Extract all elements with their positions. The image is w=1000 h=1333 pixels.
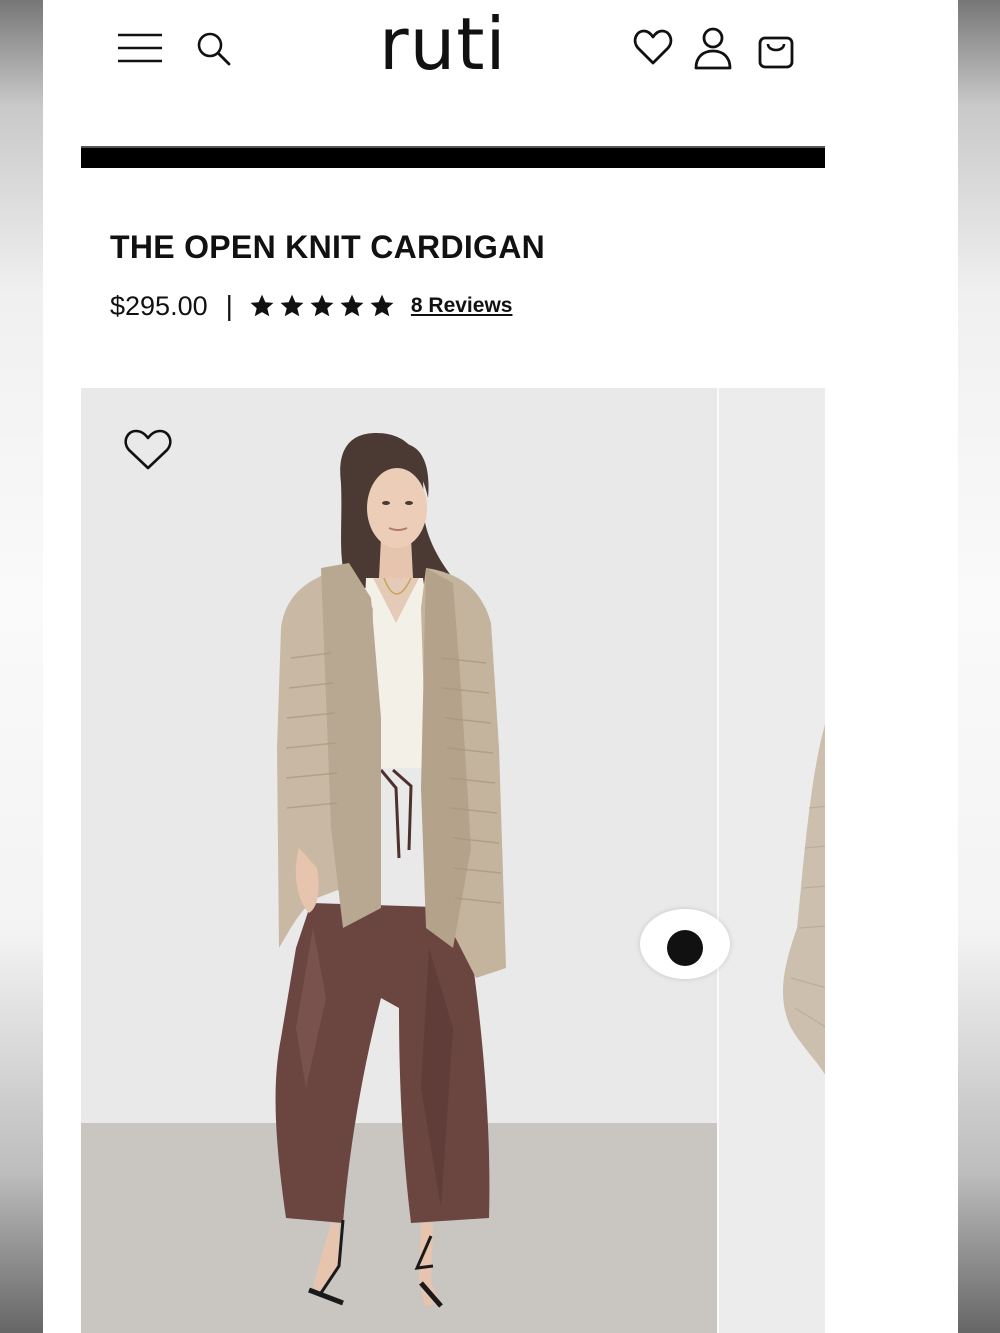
product-image-next-peek[interactable] bbox=[717, 388, 825, 1333]
promo-bar bbox=[81, 146, 825, 168]
star-icon bbox=[370, 294, 394, 317]
product-price: $295.00 bbox=[110, 290, 208, 321]
star-icon bbox=[280, 294, 304, 317]
product-image-main[interactable] bbox=[81, 388, 717, 1333]
star-icon bbox=[250, 294, 274, 317]
product-title: THE OPEN KNIT CARDIGAN bbox=[110, 229, 546, 265]
scroll-to-top-icon bbox=[667, 930, 703, 966]
heart-outline-icon[interactable] bbox=[123, 428, 173, 472]
product-page: ruti THE OPEN KNIT CARDIGAN $295.00 | 8 … bbox=[43, 0, 958, 1333]
next-image-sleeve-illustration bbox=[783, 724, 825, 1075]
left-frame-edge bbox=[0, 0, 43, 1333]
brand-logo[interactable]: ruti bbox=[379, 8, 506, 80]
search-icon[interactable] bbox=[195, 30, 233, 68]
model-illustration bbox=[275, 433, 506, 1308]
wishlist-heart-icon[interactable] bbox=[633, 28, 673, 66]
price-rating-row: $295.00 | 8 Reviews bbox=[110, 286, 512, 326]
bag-icon[interactable] bbox=[757, 30, 795, 70]
price-divider: | bbox=[225, 290, 233, 321]
product-image-carousel[interactable] bbox=[81, 388, 825, 1333]
reviews-link[interactable]: 8 Reviews bbox=[411, 294, 513, 318]
account-icon[interactable] bbox=[693, 27, 733, 71]
star-rating[interactable] bbox=[249, 293, 395, 319]
menu-icon[interactable] bbox=[116, 32, 164, 66]
star-icon bbox=[340, 294, 364, 317]
right-frame-edge bbox=[958, 0, 1000, 1333]
star-icon bbox=[310, 294, 334, 317]
